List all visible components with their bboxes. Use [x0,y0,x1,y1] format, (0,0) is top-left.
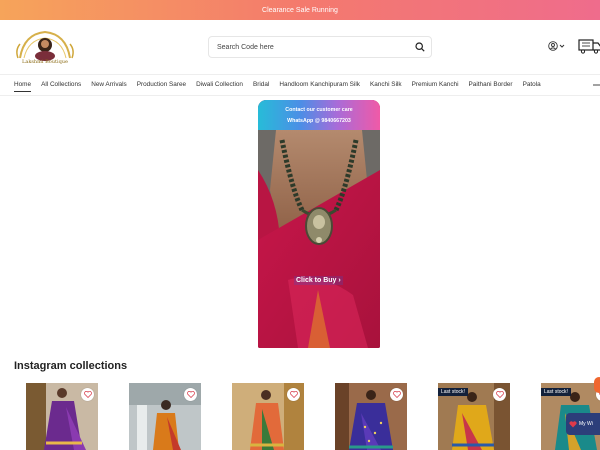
nav-item-paithani-border[interactable]: Paithani Border [469,75,513,95]
chevron-down-icon [559,44,565,48]
instagram-section-title: Instagram collections [14,360,128,372]
site-header: Lakshmi Boutique Search Code here [0,20,600,74]
heart-icon [392,391,401,398]
nav-item-new-arrivals[interactable]: New Arrivals [91,75,127,95]
banner-line-2: WhatsApp @ 9840667203 [287,118,351,124]
announcement-text: Clearance Sale Running [262,6,338,14]
brand-logo[interactable]: Lakshmi Boutique [14,28,76,68]
wishlist-heart-button[interactable] [184,388,197,401]
search-icon [415,42,425,52]
user-icon [548,41,558,51]
wishlist-heart-button[interactable] [390,388,403,401]
wishlist-heart-button[interactable] [287,388,300,401]
heart-icon [495,391,504,398]
instagram-card[interactable]: Last stock! [438,383,510,450]
last-stock-badge: Last stock! [438,388,468,396]
nav-item-handloom-kanchipuram-silk[interactable]: Handloom Kanchipuram Silk [279,75,360,95]
last-stock-badge: Last stock! [541,388,571,396]
wishlist-heart-button[interactable] [81,388,94,401]
my-wishlist-floating-button[interactable]: My Wi [566,413,600,435]
nav-item-patola[interactable]: Patola [523,75,541,95]
instagram-card[interactable] [232,383,304,450]
shoppable-video[interactable]: Contact our customer care WhatsApp @ 984… [258,100,380,348]
nav-item-bridal[interactable]: Bridal [253,75,269,95]
nav-item-production-saree[interactable]: Production Saree [137,75,186,95]
cart-icon [578,39,600,54]
heart-icon [186,391,195,398]
nav-item-home[interactable]: Home [14,75,32,95]
banner-line-1: Contact our customer care [285,107,353,113]
side-scroll-button[interactable] [594,377,600,393]
heart-icon [569,420,577,427]
announcement-bar: Clearance Sale Running [0,0,600,20]
nav-item-diwali-collection[interactable]: Diwali Collection [196,75,243,95]
instagram-card[interactable] [335,383,407,450]
nav-item-kanchi-silk[interactable]: Kanchi Silk [370,75,402,95]
account-menu[interactable] [548,41,565,51]
cart-button[interactable] [578,38,600,59]
instagram-carousel: Last stock! Last stock! [26,383,600,450]
wishlist-label: My Wi [579,421,593,427]
video-frame-image [258,130,380,348]
heart-icon [83,391,92,398]
nav-scroll-right-icon[interactable] [592,80,600,90]
click-to-buy-link[interactable]: Click to Buy › [294,276,343,285]
instagram-card[interactable] [129,383,201,450]
whatsapp-contact-banner[interactable]: Contact our customer care WhatsApp @ 984… [258,100,380,130]
nav-item-all-collections[interactable]: All Collections [41,75,81,95]
nav-item-premium-kanchi[interactable]: Premium Kanchi [412,75,459,95]
wishlist-heart-button[interactable] [493,388,506,401]
instagram-card[interactable] [26,383,98,450]
search-bar[interactable]: Search Code here [208,36,432,58]
main-navigation: Home All Collections New Arrivals Produc… [0,74,600,96]
brand-name: Lakshmi Boutique [22,59,68,65]
search-button[interactable] [409,37,431,57]
heart-icon [289,391,298,398]
search-input[interactable]: Search Code here [209,44,409,51]
